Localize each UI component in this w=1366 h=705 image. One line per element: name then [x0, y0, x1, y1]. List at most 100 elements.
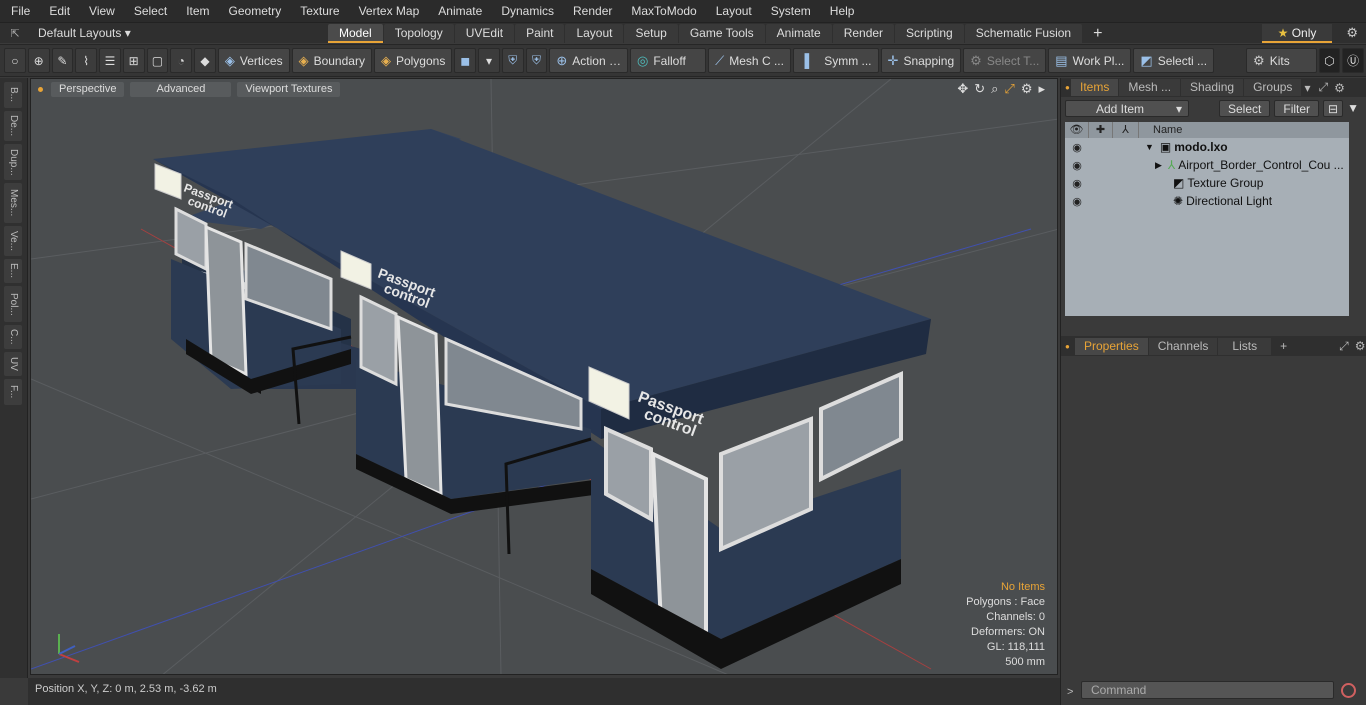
- panel-gear-icon[interactable]: ⚙: [1334, 81, 1345, 95]
- eye-icon[interactable]: ◉: [1065, 195, 1089, 208]
- snapping-button[interactable]: ✛ Snapping: [880, 48, 962, 73]
- collapse-arrow-icon[interactable]: ▶: [1155, 160, 1162, 171]
- eye-icon[interactable]: ◉: [1065, 159, 1089, 172]
- work-plane-button[interactable]: ▤ Work Pl...: [1048, 48, 1132, 73]
- tab-paint[interactable]: Paint: [515, 23, 565, 43]
- tab-model[interactable]: Model: [328, 23, 383, 43]
- visibility-col-icon[interactable]: 👁: [1065, 122, 1089, 138]
- menu-help[interactable]: Help: [819, 0, 863, 22]
- layout-home-icon[interactable]: ⇱: [0, 27, 30, 40]
- kits-button[interactable]: ⚙ Kits: [1246, 48, 1317, 73]
- advanced-button[interactable]: Advanced: [130, 81, 232, 97]
- menu-edit[interactable]: Edit: [38, 0, 78, 22]
- record-icon[interactable]: [1341, 683, 1356, 698]
- tab-animate[interactable]: Animate: [765, 23, 832, 43]
- globe-icon[interactable]: ⊕: [27, 48, 50, 73]
- name-column-header[interactable]: Name: [1139, 122, 1349, 138]
- menu-geometry[interactable]: Geometry: [218, 0, 290, 22]
- select-tool-button[interactable]: ⚙ Select T...: [963, 48, 1047, 73]
- funnel-icon[interactable]: ▼: [1347, 101, 1359, 115]
- vtab-fusion[interactable]: F...: [4, 379, 22, 405]
- add-tab-icon[interactable]: +: [1083, 24, 1112, 43]
- command-input[interactable]: Command: [1081, 681, 1334, 699]
- tab-mesh[interactable]: Mesh ...: [1119, 79, 1181, 96]
- add-props-tab-icon[interactable]: +: [1280, 339, 1287, 353]
- material-icon[interactable]: ◼: [454, 48, 477, 73]
- menu-vertex-map[interactable]: Vertex Map: [348, 0, 428, 22]
- tab-schematic-fusion[interactable]: Schematic Fusion: [964, 23, 1083, 43]
- circle-select-icon[interactable]: ○: [4, 48, 26, 73]
- add-item-button[interactable]: Add Item ▾: [1065, 99, 1189, 117]
- move-view-icon[interactable]: ✥: [957, 81, 968, 97]
- lock-col-icon[interactable]: ✚: [1089, 122, 1113, 138]
- vtab-uv[interactable]: UV: [4, 352, 22, 376]
- shield-right-icon[interactable]: ⛨: [525, 48, 548, 73]
- viewport-textures-button[interactable]: Viewport Textures: [237, 81, 341, 97]
- props-gear-icon[interactable]: ⚙: [1355, 339, 1366, 353]
- tab-game-tools[interactable]: Game Tools: [678, 23, 765, 43]
- default-layouts-dropdown[interactable]: Default Layouts ▾: [30, 26, 328, 40]
- eye-icon[interactable]: ◉: [1065, 177, 1089, 190]
- only-button[interactable]: ★ Only: [1262, 24, 1332, 43]
- menu-view[interactable]: View: [78, 0, 123, 22]
- menu-select[interactable]: Select: [123, 0, 175, 22]
- tab-channels[interactable]: Channels: [1148, 337, 1218, 355]
- arc-icon[interactable]: ◔: [170, 48, 193, 73]
- menu-texture[interactable]: Texture: [289, 0, 347, 22]
- tree-row-scene[interactable]: ◉ ▼ ▣ modo.lxo: [1065, 138, 1349, 156]
- pen-icon[interactable]: ✎: [51, 48, 74, 73]
- tab-render[interactable]: Render: [832, 23, 895, 43]
- frame-icon[interactable]: ▢: [146, 48, 169, 73]
- boundary-button[interactable]: ◈ Boundary: [291, 48, 372, 73]
- tab-scripting[interactable]: Scripting: [895, 23, 964, 43]
- menu-render[interactable]: Render: [562, 0, 620, 22]
- tab-setup[interactable]: Setup: [624, 23, 678, 43]
- vtab-duplicate[interactable]: Dup...: [4, 144, 22, 180]
- vtab-basic[interactable]: B...: [4, 82, 22, 108]
- stack-icon[interactable]: ☰: [99, 48, 121, 73]
- tab-shading[interactable]: Shading: [1181, 79, 1244, 96]
- cube-icon[interactable]: ⬡: [1318, 48, 1341, 73]
- menu-layout[interactable]: Layout: [705, 0, 760, 22]
- viewport-menu-dot[interactable]: [38, 86, 43, 92]
- dropdown-arrow-icon[interactable]: ▾: [478, 48, 500, 73]
- shield-left-icon[interactable]: ⛨: [501, 48, 524, 73]
- tree-row-light[interactable]: ◉ ✺ Directional Light: [1065, 192, 1349, 210]
- gear-icon[interactable]: ⚙: [1346, 25, 1358, 41]
- props-expand-icon[interactable]: ⤢: [1339, 339, 1349, 354]
- zoom-view-icon[interactable]: ⌕: [991, 81, 998, 97]
- 3d-viewport[interactable]: Passport control Passport control Passpo…: [30, 78, 1058, 675]
- eye-icon[interactable]: ◉: [1065, 141, 1089, 154]
- cube-solid-icon[interactable]: ◆: [194, 48, 216, 73]
- vtab-mesh[interactable]: Mes...: [4, 183, 22, 223]
- vtab-deform[interactable]: De...: [4, 111, 22, 141]
- vtab-vertex[interactable]: Ve...: [4, 226, 22, 256]
- type-col-icon[interactable]: ⅄: [1113, 122, 1139, 138]
- vtab-curve[interactable]: C...: [4, 325, 22, 349]
- tab-topology[interactable]: Topology: [383, 23, 454, 43]
- action-button[interactable]: ⊕ Action …: [549, 48, 628, 73]
- polygons-button[interactable]: ◈ Polygons: [373, 48, 453, 73]
- perspective-button[interactable]: Perspective: [51, 81, 125, 97]
- panel-expand-icon[interactable]: ⤢: [1318, 80, 1328, 95]
- menu-system[interactable]: System: [760, 0, 819, 22]
- brush-icon[interactable]: ⌇: [75, 48, 98, 73]
- symmetry-button[interactable]: ▐ Symm ...: [792, 48, 879, 73]
- tab-items[interactable]: Items: [1071, 79, 1119, 96]
- vtab-edge[interactable]: E...: [4, 259, 22, 283]
- viewport-expand-icon[interactable]: ▸: [1038, 81, 1045, 97]
- menu-maxtomodo[interactable]: MaxToModo: [620, 0, 704, 22]
- vtab-polygon[interactable]: Pol...: [4, 286, 22, 322]
- select-button[interactable]: Select: [1219, 99, 1271, 117]
- tree-row-texture-group[interactable]: ◉ ◩ Texture Group: [1065, 174, 1349, 192]
- tabs-dropdown-icon[interactable]: ▾: [1304, 81, 1310, 95]
- fit-view-icon[interactable]: ⤢: [1004, 81, 1014, 97]
- mesh-constraint-button[interactable]: ⟋ Mesh C ...: [708, 48, 791, 73]
- menu-file[interactable]: File: [0, 0, 38, 22]
- tree-row-mesh[interactable]: ◉ ▶ ⅄ Airport_Border_Control_Cou ...: [1065, 156, 1349, 174]
- tab-layout[interactable]: Layout: [565, 23, 624, 43]
- tab-groups[interactable]: Groups: [1244, 79, 1302, 96]
- menu-dynamics[interactable]: Dynamics: [490, 0, 562, 22]
- menu-animate[interactable]: Animate: [427, 0, 490, 22]
- selection-button[interactable]: ◩ Selecti ...: [1133, 48, 1215, 73]
